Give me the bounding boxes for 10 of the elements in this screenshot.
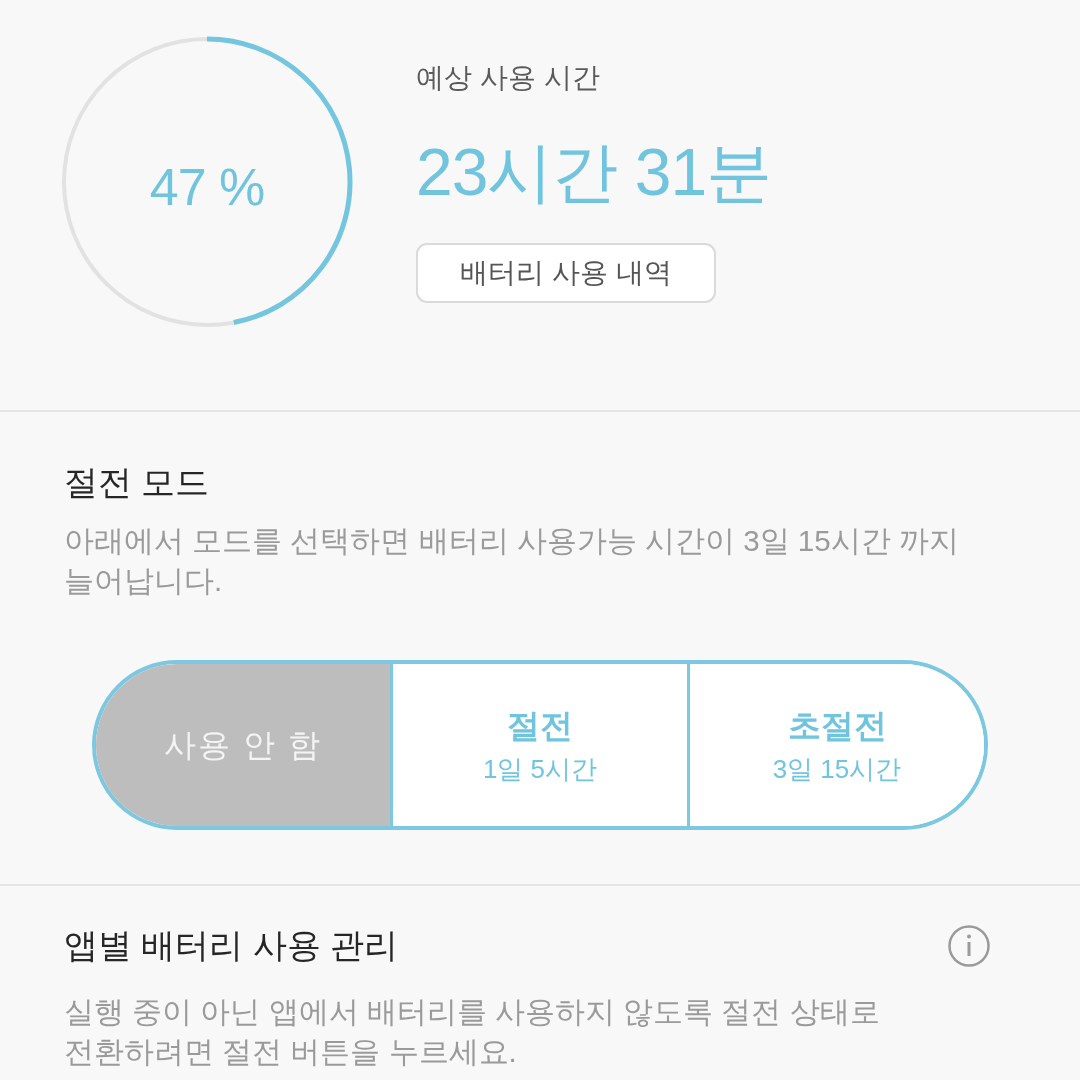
info-icon[interactable]	[948, 925, 990, 967]
section-title: 앱별 배터리 사용 관리	[64, 925, 399, 965]
mode-option[interactable]: 초절전 3일 15시간	[687, 664, 984, 826]
section-title: 절전 모드	[64, 462, 210, 502]
estimate-label: 예상 사용 시간	[416, 61, 600, 95]
estimated-time: 23시간 31분	[416, 134, 772, 211]
battery-history-button[interactable]: 배터리 사용 내역	[416, 243, 716, 303]
section-description: 아래에서 모드를 선택하면 배터리 사용가능 시간이 3일 15시간 까지 늘어납니다.	[64, 523, 960, 599]
battery-percent: 47 %	[149, 161, 265, 213]
section-description: 실행 중이 아닌 앱에서 배터리를 사용하지 않도록 절전 상태로 전환하려면 절전 버튼을 누르세요.	[64, 994, 881, 1070]
